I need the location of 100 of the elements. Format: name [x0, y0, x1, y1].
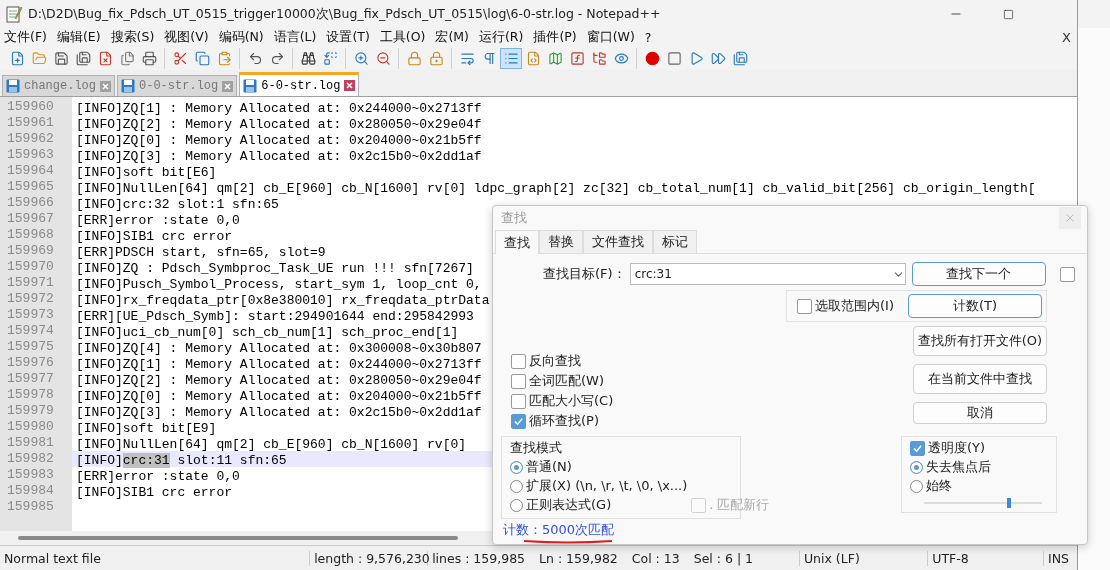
- status-text: INS: [1047, 550, 1070, 566]
- code-line: [INFO]soft bit[E9]: [76, 421, 217, 436]
- menu-item[interactable]: 工具(O): [377, 29, 434, 46]
- menu-item[interactable]: 运行(R): [477, 29, 532, 46]
- line-number: 159963: [6, 147, 55, 163]
- find-next-button[interactable]: 查找下一个: [911, 262, 1046, 286]
- code-line: [INFO]ZQ[4] : Memory Allocated at: 0x300008~0x30b807: [76, 341, 482, 356]
- line-number: 159962: [6, 131, 55, 147]
- menu-item[interactable]: 编码(N): [216, 29, 272, 46]
- line-number: 159985: [6, 499, 55, 515]
- code-line: [INFO]NullLen[64] qm[2] cb_E[960] cb_N[1600] rv[0]: [76, 437, 467, 452]
- dialog-tab[interactable]: 替换: [539, 230, 583, 253]
- checkbox[interactable]: [511, 373, 526, 389]
- radio-button[interactable]: [510, 498, 523, 512]
- menu-item[interactable]: 窗口(W): [584, 29, 643, 46]
- option-label[interactable]: 失去焦点后: [926, 458, 991, 476]
- line-number: 159970: [6, 259, 55, 275]
- close-icon[interactable]: [222, 80, 234, 92]
- code-line: [INFO]crc:31 slot:11 sfn:65: [76, 453, 287, 468]
- option-label[interactable]: 普通(N): [526, 458, 572, 476]
- code-line: [INFO]rx_freqdata_ptr[0x8e380010] rx_freqdata_ptrData: [76, 293, 490, 308]
- scrollbar-thumb[interactable]: [18, 536, 458, 540]
- dialog-button[interactable]: 取消: [913, 402, 1047, 424]
- code-line: [INFO]NullLen[64] qm[2] cb_E[960] cb_N[1600] rv[0] ldpc_graph[2] zc[32] cb_total_num[1] cb_valid_bit[256] cb_origin_length[: [76, 181, 1036, 196]
- line-number: 159984: [6, 483, 55, 499]
- status-text: Sel : 6 | 1: [689, 550, 800, 566]
- code-line: [INFO]uci_cb_num[0] sch_cb_num[1] sch_proc_end[1]: [76, 325, 459, 340]
- dialog-button[interactable]: 在当前文件中查找: [913, 364, 1047, 394]
- menu-item[interactable]: 视图(V): [162, 29, 217, 46]
- code-line: [INFO]SIB1 crc error: [76, 229, 233, 244]
- checkbox[interactable]: [797, 298, 812, 314]
- option-label[interactable]: 反向查找: [529, 352, 581, 370]
- radio-button[interactable]: [510, 479, 523, 493]
- menu-item[interactable]: 搜索(S): [108, 29, 163, 46]
- status-text: UTF-8: [928, 550, 1044, 566]
- code-line: [INFO]SIB1 crc error: [76, 485, 233, 500]
- slider-track[interactable]: [924, 498, 1042, 508]
- dialog-title: 查找: [501, 209, 528, 227]
- count-button[interactable]: 计数(T): [908, 294, 1042, 318]
- radio-button[interactable]: [910, 460, 923, 474]
- code-line: [INFO]ZQ[0] : Memory Allocated at: 0x204000~0x21b5ff: [76, 133, 482, 148]
- dialog-tab[interactable]: 文件查找: [583, 230, 653, 253]
- line-number: 159976: [6, 355, 55, 371]
- line-number: 159971: [6, 275, 55, 291]
- code-line: [ERR]error :state 0,0: [76, 469, 240, 484]
- close-icon[interactable]: [100, 80, 111, 92]
- option-label[interactable]: 透明度(Y): [928, 439, 986, 457]
- line-number: 159982: [6, 451, 55, 467]
- option-label[interactable]: 匹配大小写(C): [529, 392, 614, 410]
- line-number: 159961: [6, 115, 55, 131]
- code-line: [INFO]soft bit[E6]: [76, 165, 217, 180]
- code-line: [INFO]ZQ[1] : Memory Allocated at: 0x244000~0x2713ff: [76, 357, 482, 372]
- code-line: [INFO]ZQ[3] : Memory Allocated at: 0x2c15b0~0x2dd1af: [76, 149, 482, 164]
- menu-item[interactable]: 宏(M): [433, 29, 477, 46]
- code-line: [INFO]ZQ[2] : Memory Allocated at: 0x280050~0x29e04f: [76, 117, 482, 132]
- radio-button[interactable]: [910, 479, 923, 493]
- radio-button[interactable]: [510, 460, 523, 474]
- option-label[interactable]: 扩展(X) (\n, \r, \t, \0, \x...): [526, 477, 688, 495]
- slider-thumb[interactable]: [1006, 498, 1011, 508]
- code-line: [INFO]crc:32 slot:1 sfn:65: [76, 197, 279, 212]
- checkbox[interactable]: [1059, 266, 1075, 282]
- dialog-button[interactable]: 查找所有打开文件(O): [913, 326, 1047, 356]
- menu-item[interactable]: 编辑(E): [54, 29, 109, 46]
- status-text: length : 9,576,230: [310, 550, 429, 566]
- line-number: 159974: [6, 323, 55, 339]
- code-line: [INFO]ZQ : Pdsch_Symbproc_Task_UE run !!! sfn[7267]: [76, 261, 474, 276]
- search-field[interactable]: crc:31: [629, 263, 906, 285]
- code-line: [ERR]error :state 0,0: [76, 213, 240, 228]
- status-text: Unix (LF): [799, 550, 929, 566]
- line-number: 159969: [6, 243, 55, 259]
- menu-item[interactable]: 设置(T): [324, 29, 378, 46]
- line-number: 159968: [6, 227, 55, 243]
- menu-item[interactable]: ?: [642, 30, 660, 45]
- menu-item[interactable]: 语言(L): [271, 29, 325, 46]
- close-document-button[interactable]: X: [1062, 30, 1071, 45]
- close-icon[interactable]: [344, 80, 356, 91]
- field-label: 查找目标(F)：: [543, 265, 626, 283]
- line-number: 159973: [6, 307, 55, 323]
- maximize-icon[interactable]: [1002, 8, 1014, 20]
- line-number: 159964: [6, 163, 55, 179]
- line-number: 159981: [6, 435, 55, 451]
- option-label[interactable]: 选取范围内(I): [815, 297, 894, 315]
- line-number: 159978: [6, 387, 55, 403]
- notepad-icon: [6, 5, 22, 23]
- line-number: 159980: [6, 419, 55, 435]
- menu-item[interactable]: 文件(F): [2, 29, 55, 46]
- option-label[interactable]: 全词匹配(W): [529, 372, 604, 390]
- option-label[interactable]: 正则表达式(G): [526, 496, 612, 514]
- menu-item[interactable]: 插件(P): [531, 29, 585, 46]
- dialog-tab[interactable]: 查找: [495, 230, 539, 254]
- file-tab[interactable]: 6-0-str.log: [239, 72, 360, 96]
- checkbox[interactable]: [511, 353, 526, 369]
- line-number: 159983: [6, 467, 55, 483]
- line-number: 159975: [6, 339, 55, 355]
- line-number: 159977: [6, 371, 55, 387]
- line-number: 159972: [6, 291, 55, 307]
- dialog-tab[interactable]: 标记: [653, 230, 697, 253]
- option-label[interactable]: 循环查找(P): [529, 412, 599, 430]
- checkbox[interactable]: [511, 393, 526, 409]
- option-label[interactable]: 始终: [926, 477, 952, 495]
